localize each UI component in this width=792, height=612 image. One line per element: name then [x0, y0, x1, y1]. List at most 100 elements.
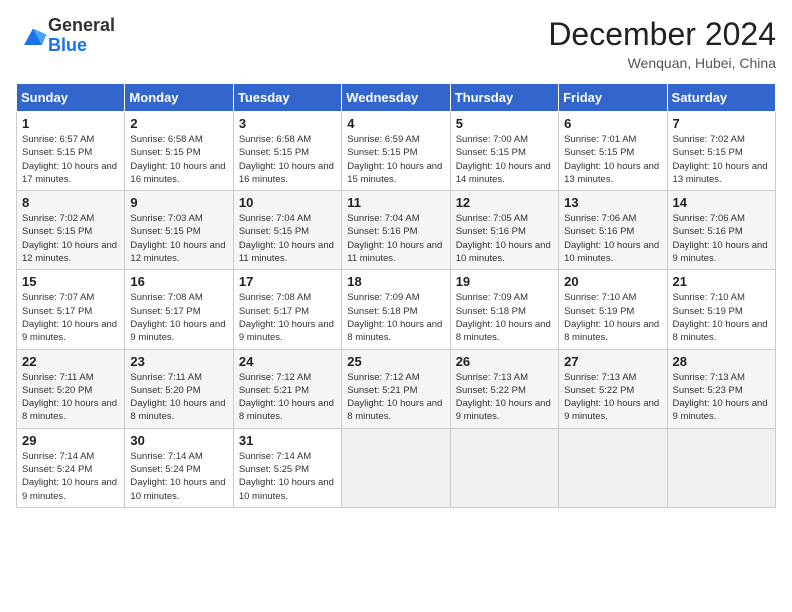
table-row: 10Sunrise: 7:04 AM Sunset: 5:15 PM Dayli… [233, 191, 341, 270]
cell-info: Sunrise: 7:13 AM Sunset: 5:22 PM Dayligh… [456, 371, 553, 424]
calendar-week-row: 15 Sunrise: 7:07 AM Sunset: 5:17 PM Dayli… [17, 270, 776, 349]
table-row: 16 Sunrise: 7:08 AM Sunset: 5:17 PM Dayli… [125, 270, 233, 349]
location: Wenquan, Hubei, China [548, 55, 776, 71]
calendar-week-row: 1Sunrise: 6:57 AM Sunset: 5:15 PM Daylig… [17, 112, 776, 191]
day-number: 28 [673, 354, 770, 369]
cell-info: Sunrise: 7:08 AM Sunset: 5:17 PM Dayligh… [130, 291, 227, 344]
day-number: 26 [456, 354, 553, 369]
table-row: 23 Sunrise: 7:11 AM Sunset: 5:20 PM Dayli… [125, 349, 233, 428]
cell-info: Sunrise: 6:58 AM Sunset: 5:15 PM Dayligh… [130, 133, 227, 186]
table-row: 12 Sunrise: 7:05 AM Sunset: 5:16 PM Dayli… [450, 191, 558, 270]
cell-info: Sunrise: 7:00 AM Sunset: 5:15 PM Dayligh… [456, 133, 553, 186]
cell-info: Sunrise: 7:13 AM Sunset: 5:22 PM Dayligh… [564, 371, 661, 424]
cell-info: Sunrise: 6:57 AM Sunset: 5:15 PM Dayligh… [22, 133, 119, 186]
cell-info: Sunrise: 7:03 AM Sunset: 5:15 PM Dayligh… [130, 212, 227, 265]
table-row [342, 428, 450, 507]
cell-info: Sunrise: 7:01 AM Sunset: 5:15 PM Dayligh… [564, 133, 661, 186]
day-number: 27 [564, 354, 661, 369]
day-number: 23 [130, 354, 227, 369]
cell-info: Sunrise: 7:14 AM Sunset: 5:24 PM Dayligh… [130, 450, 227, 503]
header-monday: Monday [125, 84, 233, 112]
logo: General Blue [16, 16, 115, 56]
cell-info: Sunrise: 7:13 AM Sunset: 5:23 PM Dayligh… [673, 371, 770, 424]
cell-info: Sunrise: 7:07 AM Sunset: 5:17 PM Dayligh… [22, 291, 119, 344]
calendar-week-row: 8 Sunrise: 7:02 AM Sunset: 5:15 PM Daylig… [17, 191, 776, 270]
table-row: 17 Sunrise: 7:08 AM Sunset: 5:17 PM Dayli… [233, 270, 341, 349]
table-row: 3 Sunrise: 6:58 AM Sunset: 5:15 PM Daylig… [233, 112, 341, 191]
table-row: 19 Sunrise: 7:09 AM Sunset: 5:18 PM Dayli… [450, 270, 558, 349]
day-number: 12 [456, 195, 553, 210]
table-row: 29Sunrise: 7:14 AM Sunset: 5:24 PM Dayli… [17, 428, 125, 507]
table-row: 18 Sunrise: 7:09 AM Sunset: 5:18 PM Dayli… [342, 270, 450, 349]
table-row [559, 428, 667, 507]
day-number: 31 [239, 433, 336, 448]
cell-info: Sunrise: 7:05 AM Sunset: 5:16 PM Dayligh… [456, 212, 553, 265]
table-row: 7Sunrise: 7:02 AM Sunset: 5:15 PM Daylig… [667, 112, 775, 191]
day-number: 29 [22, 433, 119, 448]
table-row: 2Sunrise: 6:58 AM Sunset: 5:15 PM Daylig… [125, 112, 233, 191]
cell-info: Sunrise: 7:02 AM Sunset: 5:15 PM Dayligh… [22, 212, 119, 265]
table-row: 13 Sunrise: 7:06 AM Sunset: 5:16 PM Dayli… [559, 191, 667, 270]
day-number: 3 [239, 116, 336, 131]
table-row: 21Sunrise: 7:10 AM Sunset: 5:19 PM Dayli… [667, 270, 775, 349]
logo-general: General [48, 15, 115, 35]
table-row [450, 428, 558, 507]
cell-info: Sunrise: 6:59 AM Sunset: 5:15 PM Dayligh… [347, 133, 444, 186]
day-number: 15 [22, 274, 119, 289]
day-number: 18 [347, 274, 444, 289]
table-row: 27 Sunrise: 7:13 AM Sunset: 5:22 PM Dayli… [559, 349, 667, 428]
day-number: 17 [239, 274, 336, 289]
table-row: 25 Sunrise: 7:12 AM Sunset: 5:21 PM Dayli… [342, 349, 450, 428]
day-number: 4 [347, 116, 444, 131]
table-row: 9 Sunrise: 7:03 AM Sunset: 5:15 PM Daylig… [125, 191, 233, 270]
header-thursday: Thursday [450, 84, 558, 112]
table-row [667, 428, 775, 507]
cell-info: Sunrise: 7:11 AM Sunset: 5:20 PM Dayligh… [130, 371, 227, 424]
table-row: 30 Sunrise: 7:14 AM Sunset: 5:24 PM Dayli… [125, 428, 233, 507]
cell-info: Sunrise: 7:14 AM Sunset: 5:25 PM Dayligh… [239, 450, 336, 503]
table-row: 8 Sunrise: 7:02 AM Sunset: 5:15 PM Daylig… [17, 191, 125, 270]
day-number: 24 [239, 354, 336, 369]
cell-info: Sunrise: 7:06 AM Sunset: 5:16 PM Dayligh… [564, 212, 661, 265]
table-row: 1Sunrise: 6:57 AM Sunset: 5:15 PM Daylig… [17, 112, 125, 191]
calendar-header-row: Sunday Monday Tuesday Wednesday Thursday… [17, 84, 776, 112]
table-row: 14Sunrise: 7:06 AM Sunset: 5:16 PM Dayli… [667, 191, 775, 270]
cell-info: Sunrise: 7:09 AM Sunset: 5:18 PM Dayligh… [456, 291, 553, 344]
day-number: 19 [456, 274, 553, 289]
cell-info: Sunrise: 7:08 AM Sunset: 5:17 PM Dayligh… [239, 291, 336, 344]
day-number: 8 [22, 195, 119, 210]
table-row: 24Sunrise: 7:12 AM Sunset: 5:21 PM Dayli… [233, 349, 341, 428]
calendar-week-row: 22Sunrise: 7:11 AM Sunset: 5:20 PM Dayli… [17, 349, 776, 428]
cell-info: Sunrise: 7:04 AM Sunset: 5:16 PM Dayligh… [347, 212, 444, 265]
logo-blue: Blue [48, 35, 87, 55]
page-header: General Blue December 2024 Wenquan, Hube… [16, 16, 776, 71]
calendar-week-row: 29 Sunrise: 7:14 AM Sunset: 5:24 PM Dayli… [17, 428, 776, 507]
cell-info: Sunrise: 7:11 AM Sunset: 5:20 PM Dayligh… [22, 371, 119, 424]
day-number: 5 [456, 116, 553, 131]
day-number: 6 [564, 116, 661, 131]
day-number: 20 [564, 274, 661, 289]
header-friday: Friday [559, 84, 667, 112]
day-number: 7 [673, 116, 770, 131]
table-row: 5 Sunrise: 7:00 AM Sunset: 5:15 PM Daylig… [450, 112, 558, 191]
cell-info: Sunrise: 7:10 AM Sunset: 5:19 PM Dayligh… [564, 291, 661, 344]
cell-info: Sunrise: 7:09 AM Sunset: 5:18 PM Dayligh… [347, 291, 444, 344]
header-tuesday: Tuesday [233, 84, 341, 112]
day-number: 10 [239, 195, 336, 210]
table-row: 22Sunrise: 7:11 AM Sunset: 5:20 PM Dayli… [17, 349, 125, 428]
day-number: 30 [130, 433, 227, 448]
calendar-table: Sunday Monday Tuesday Wednesday Thursday… [16, 83, 776, 508]
day-number: 13 [564, 195, 661, 210]
cell-info: Sunrise: 6:58 AM Sunset: 5:15 PM Dayligh… [239, 133, 336, 186]
day-number: 25 [347, 354, 444, 369]
day-number: 16 [130, 274, 227, 289]
table-row: 11Sunrise: 7:04 AM Sunset: 5:16 PM Dayli… [342, 191, 450, 270]
header-sunday: Sunday [17, 84, 125, 112]
table-row: 26 Sunrise: 7:13 AM Sunset: 5:22 PM Dayli… [450, 349, 558, 428]
table-row: 15 Sunrise: 7:07 AM Sunset: 5:17 PM Dayli… [17, 270, 125, 349]
table-row: 4 Sunrise: 6:59 AM Sunset: 5:15 PM Daylig… [342, 112, 450, 191]
month-title: December 2024 [548, 16, 776, 53]
table-row: 28 Sunrise: 7:13 AM Sunset: 5:23 PM Dayli… [667, 349, 775, 428]
day-number: 9 [130, 195, 227, 210]
cell-info: Sunrise: 7:12 AM Sunset: 5:21 PM Dayligh… [347, 371, 444, 424]
